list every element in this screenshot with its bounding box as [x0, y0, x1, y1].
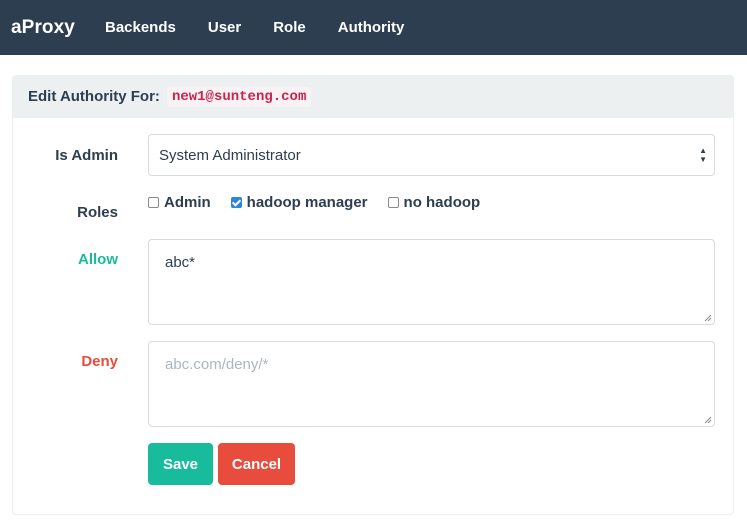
nav-item-backends[interactable]: Backends: [105, 19, 176, 36]
nav-item-role[interactable]: Role: [273, 19, 306, 36]
nav-item-authority[interactable]: Authority: [338, 19, 405, 36]
deny-placeholder: abc.com/deny/*: [165, 356, 269, 373]
select-arrows-icon: ▲ ▼: [699, 146, 707, 164]
edit-authority-panel: Edit Authority For: new1@sunteng.com Is …: [12, 75, 734, 515]
save-button[interactable]: Save: [148, 443, 213, 485]
is-admin-label: Is Admin: [55, 147, 118, 164]
role-option-admin[interactable]: Admin: [148, 194, 211, 211]
is-admin-selected-value: System Administrator: [159, 146, 301, 164]
top-navbar: aProxy Backends User Role Authority: [0, 0, 747, 55]
deny-textarea[interactable]: abc.com/deny/*: [148, 341, 715, 427]
role-admin-label: Admin: [164, 194, 211, 211]
role-admin-checkbox[interactable]: [148, 197, 159, 208]
resize-handle-icon[interactable]: [704, 416, 712, 424]
allow-label: Allow: [78, 251, 118, 268]
panel-heading: Edit Authority For: new1@sunteng.com: [13, 76, 733, 118]
resize-handle-icon[interactable]: [704, 314, 712, 322]
allow-value: abc*: [165, 254, 196, 271]
panel-title: Edit Authority For:: [28, 88, 160, 105]
brand-logo[interactable]: aProxy: [11, 17, 75, 39]
role-option-hadoop-manager[interactable]: hadoop manager: [230, 194, 368, 211]
cancel-button[interactable]: Cancel: [218, 443, 295, 485]
deny-label: Deny: [81, 353, 118, 370]
role-no-hadoop-label: no hadoop: [403, 194, 481, 211]
roles-checkbox-group: Admin hadoop manager no hadoop: [148, 194, 500, 211]
is-admin-select[interactable]: System Administrator ▲ ▼: [148, 134, 715, 176]
role-hadoop-manager-checkbox[interactable]: [230, 197, 242, 208]
user-email: new1@sunteng.com: [166, 86, 312, 107]
allow-textarea[interactable]: abc*: [148, 239, 715, 325]
role-hadoop-manager-label: hadoop manager: [246, 194, 368, 211]
role-option-no-hadoop[interactable]: no hadoop: [387, 194, 481, 211]
roles-label: Roles: [77, 204, 118, 221]
nav-item-user[interactable]: User: [208, 19, 241, 36]
role-no-hadoop-checkbox[interactable]: [387, 197, 399, 208]
